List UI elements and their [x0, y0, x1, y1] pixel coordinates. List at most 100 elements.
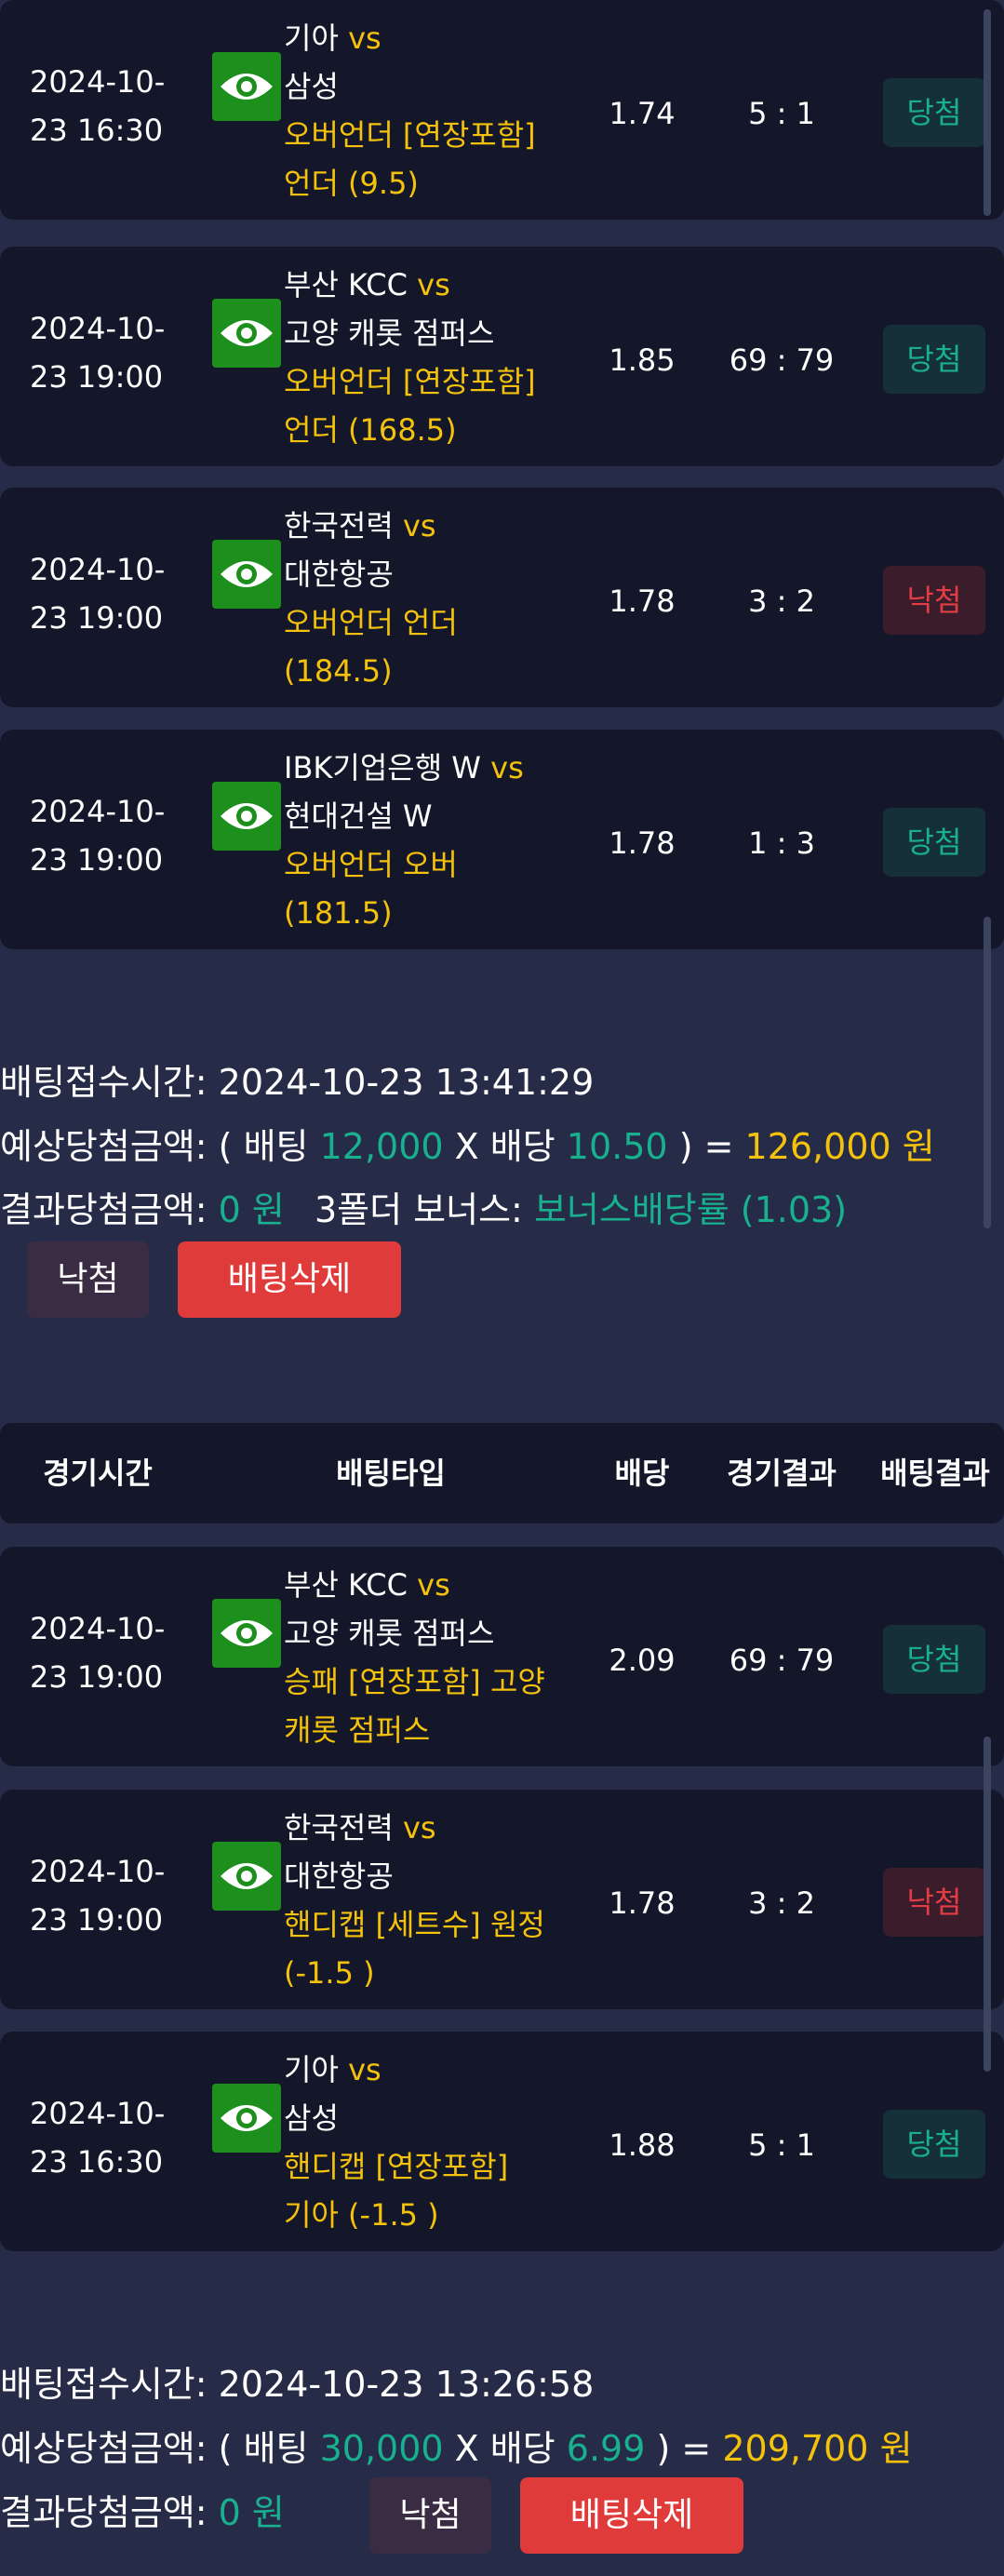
- matchup: 한국전력 vs: [284, 502, 563, 550]
- game-clock: 23 19:00: [30, 359, 164, 395]
- vs-label: vs: [490, 750, 524, 785]
- scrollbar[interactable]: [984, 9, 991, 216]
- game-score: 69 : 79: [729, 342, 835, 378]
- home-team: 한국전력: [284, 508, 394, 543]
- game-clock: 23 19:00: [30, 842, 164, 878]
- eye-icon: [221, 1863, 273, 1889]
- matchup: 부산 KCC vs: [284, 1561, 563, 1609]
- view-details-button[interactable]: [212, 299, 281, 368]
- vs-label: vs: [348, 20, 382, 56]
- scrollbar[interactable]: [984, 1737, 991, 2072]
- expected-open: ( 배팅: [218, 2428, 309, 2469]
- bet-type-cell: IBK기업은행 W vs 현대건설 W 오버언더 오버 (181.5): [284, 744, 563, 937]
- game-score: 3 : 2: [748, 584, 815, 619]
- eye-icon: [221, 320, 273, 346]
- view-details-button[interactable]: [212, 2084, 281, 2153]
- game-date: 2024-10-: [30, 794, 166, 829]
- expected-close: ) =: [678, 1126, 734, 1167]
- bet-selection-line2: (184.5): [284, 653, 393, 689]
- away-team: 고양 캐롯 점퍼스: [284, 1616, 495, 1651]
- bet-selection-line1: 승패 [연장포함] 고양: [284, 1664, 545, 1699]
- bet-type-cell: 기아 vs 삼성오버언더 [연장포함] 언더 (9.5): [284, 14, 563, 208]
- expected-label: 예상당첨금액:: [0, 2428, 207, 2469]
- game-date: 2024-10-: [30, 1854, 166, 1889]
- bet-type-cell: 한국전력 vs 대한항공 오버언더 언더 (184.5): [284, 502, 563, 695]
- vs-label: vs: [417, 267, 450, 302]
- receipt-time: 2024-10-23 13:26:58: [218, 2364, 595, 2405]
- total-odds: 10.50: [566, 1126, 668, 1167]
- game-score: 3 : 2: [748, 1885, 815, 1921]
- header-odds: 배당: [614, 1456, 670, 1491]
- result-status-button[interactable]: 낙첨: [369, 2477, 491, 2554]
- home-team: IBK기업은행 W: [284, 750, 481, 785]
- header-game-result: 경기결과: [727, 1456, 837, 1491]
- bet-selection-line2: 캐롯 점퍼스: [284, 1712, 431, 1748]
- stake-amount: 12,000: [319, 1126, 444, 1167]
- eye-icon: [221, 803, 273, 829]
- game-score: 5 : 1: [748, 2127, 815, 2163]
- result-status-button[interactable]: 낙첨: [27, 1241, 149, 1318]
- bet-selection-line1: 핸디캡 [세트수] 원정: [284, 1907, 545, 1942]
- table-header: 경기시간 배팅타입 배당 경기결과 배팅결과: [0, 1423, 1004, 1523]
- game-date: 2024-10-: [30, 552, 166, 587]
- view-details-button[interactable]: [212, 1842, 281, 1911]
- bet-row: 2024-10- 23 19:00 부산 KCC vs 고양 캐롯 점퍼스 오버언더 […: [0, 247, 1004, 466]
- bet-selection-line2: (181.5): [284, 895, 393, 931]
- bet-row: 2024-10- 23 16:30 기아 vs 삼성오버언더 [연장포함] 언더 (9.…: [0, 0, 1004, 220]
- game-time: 2024-10- 23 16:30: [30, 2089, 165, 2186]
- odds-value: 1.78: [609, 584, 676, 619]
- receipt-time: 2024-10-23 13:41:29: [218, 1062, 595, 1103]
- receipt-time-line: 배팅접수시간: 2024-10-23 13:26:58: [0, 2356, 594, 2412]
- home-team: 한국전력: [284, 1810, 394, 1845]
- away-team: 삼성: [284, 2100, 339, 2136]
- game-clock: 23 19:00: [30, 1902, 164, 1938]
- header-bet-type: 배팅타입: [336, 1456, 446, 1491]
- result-amount: 0 원: [218, 2492, 285, 2533]
- matchup: 부산 KCC vs: [284, 261, 563, 309]
- expected-payout-line: 예상당첨금액: ( 배팅 12,000 X 배당 10.50 ) = 126,0…: [0, 1119, 935, 1174]
- away-team: 대한항공: [284, 1858, 394, 1894]
- bonus-value: 보너스배당률 (1.03): [533, 1189, 848, 1230]
- vs-label: vs: [348, 2052, 382, 2087]
- delete-bet-button[interactable]: 배팅삭제: [520, 2477, 743, 2554]
- result-label: 결과당첨금액:: [0, 1189, 207, 1230]
- eye-icon: [221, 1620, 273, 1646]
- bet-selection-line2: 언더 (9.5): [284, 166, 419, 201]
- bet-selection-line1: 오버언더 [연장포함]: [284, 117, 536, 153]
- view-details-button[interactable]: [212, 52, 281, 121]
- result-payout-line: 결과당첨금액: 0 원 3폴더 보너스: 보너스배당률 (1.03): [0, 1182, 847, 1238]
- game-time: 2024-10- 23 19:00: [30, 1604, 165, 1701]
- home-team: 기아: [284, 2052, 339, 2087]
- receipt-label: 배팅접수시간:: [0, 1062, 207, 1103]
- expected-payout: 126,000 원: [744, 1126, 935, 1167]
- scrollbar[interactable]: [984, 917, 991, 1228]
- game-time: 2024-10- 23 19:00: [30, 787, 165, 884]
- expected-payout: 209,700 원: [722, 2428, 913, 2469]
- game-score: 5 : 1: [748, 96, 815, 131]
- home-team: 기아: [284, 20, 339, 56]
- result-label: 결과당첨금액:: [0, 2492, 207, 2533]
- game-clock: 23 19:00: [30, 600, 164, 636]
- game-time: 2024-10- 23 19:00: [30, 304, 165, 401]
- game-date: 2024-10-: [30, 1611, 166, 1646]
- game-time: 2024-10- 23 16:30: [30, 58, 165, 154]
- game-clock: 23 16:30: [30, 2144, 164, 2180]
- matchup: 기아 vs: [284, 14, 563, 62]
- bet-result-badge: 당첨: [883, 1625, 985, 1694]
- result-payout-line: 결과당첨금액: 0 원: [0, 2485, 285, 2541]
- home-team: 부산 KCC: [284, 1567, 408, 1603]
- away-team: 삼성: [284, 69, 339, 104]
- eye-icon: [221, 74, 273, 100]
- bet-selection-line1: 오버언더 오버: [284, 847, 458, 882]
- view-details-button[interactable]: [212, 540, 281, 609]
- odds-value: 1.78: [609, 1885, 676, 1921]
- view-details-button[interactable]: [212, 782, 281, 851]
- bet-result-badge: 낙첨: [883, 1868, 985, 1937]
- bet-type-cell: 부산 KCC vs 고양 캐롯 점퍼스 오버언더 [연장포함] 언더 (168.5): [284, 261, 563, 454]
- bet-row: 2024-10- 23 19:00 부산 KCC vs 고양 캐롯 점퍼스승패 [연장…: [0, 1547, 1004, 1766]
- delete-bet-button[interactable]: 배팅삭제: [178, 1241, 401, 1318]
- view-details-button[interactable]: [212, 1599, 281, 1668]
- bet-selection-line2: (-1.5 ): [284, 1955, 375, 1991]
- expected-label: 예상당첨금액:: [0, 1126, 207, 1167]
- game-time: 2024-10- 23 19:00: [30, 545, 165, 642]
